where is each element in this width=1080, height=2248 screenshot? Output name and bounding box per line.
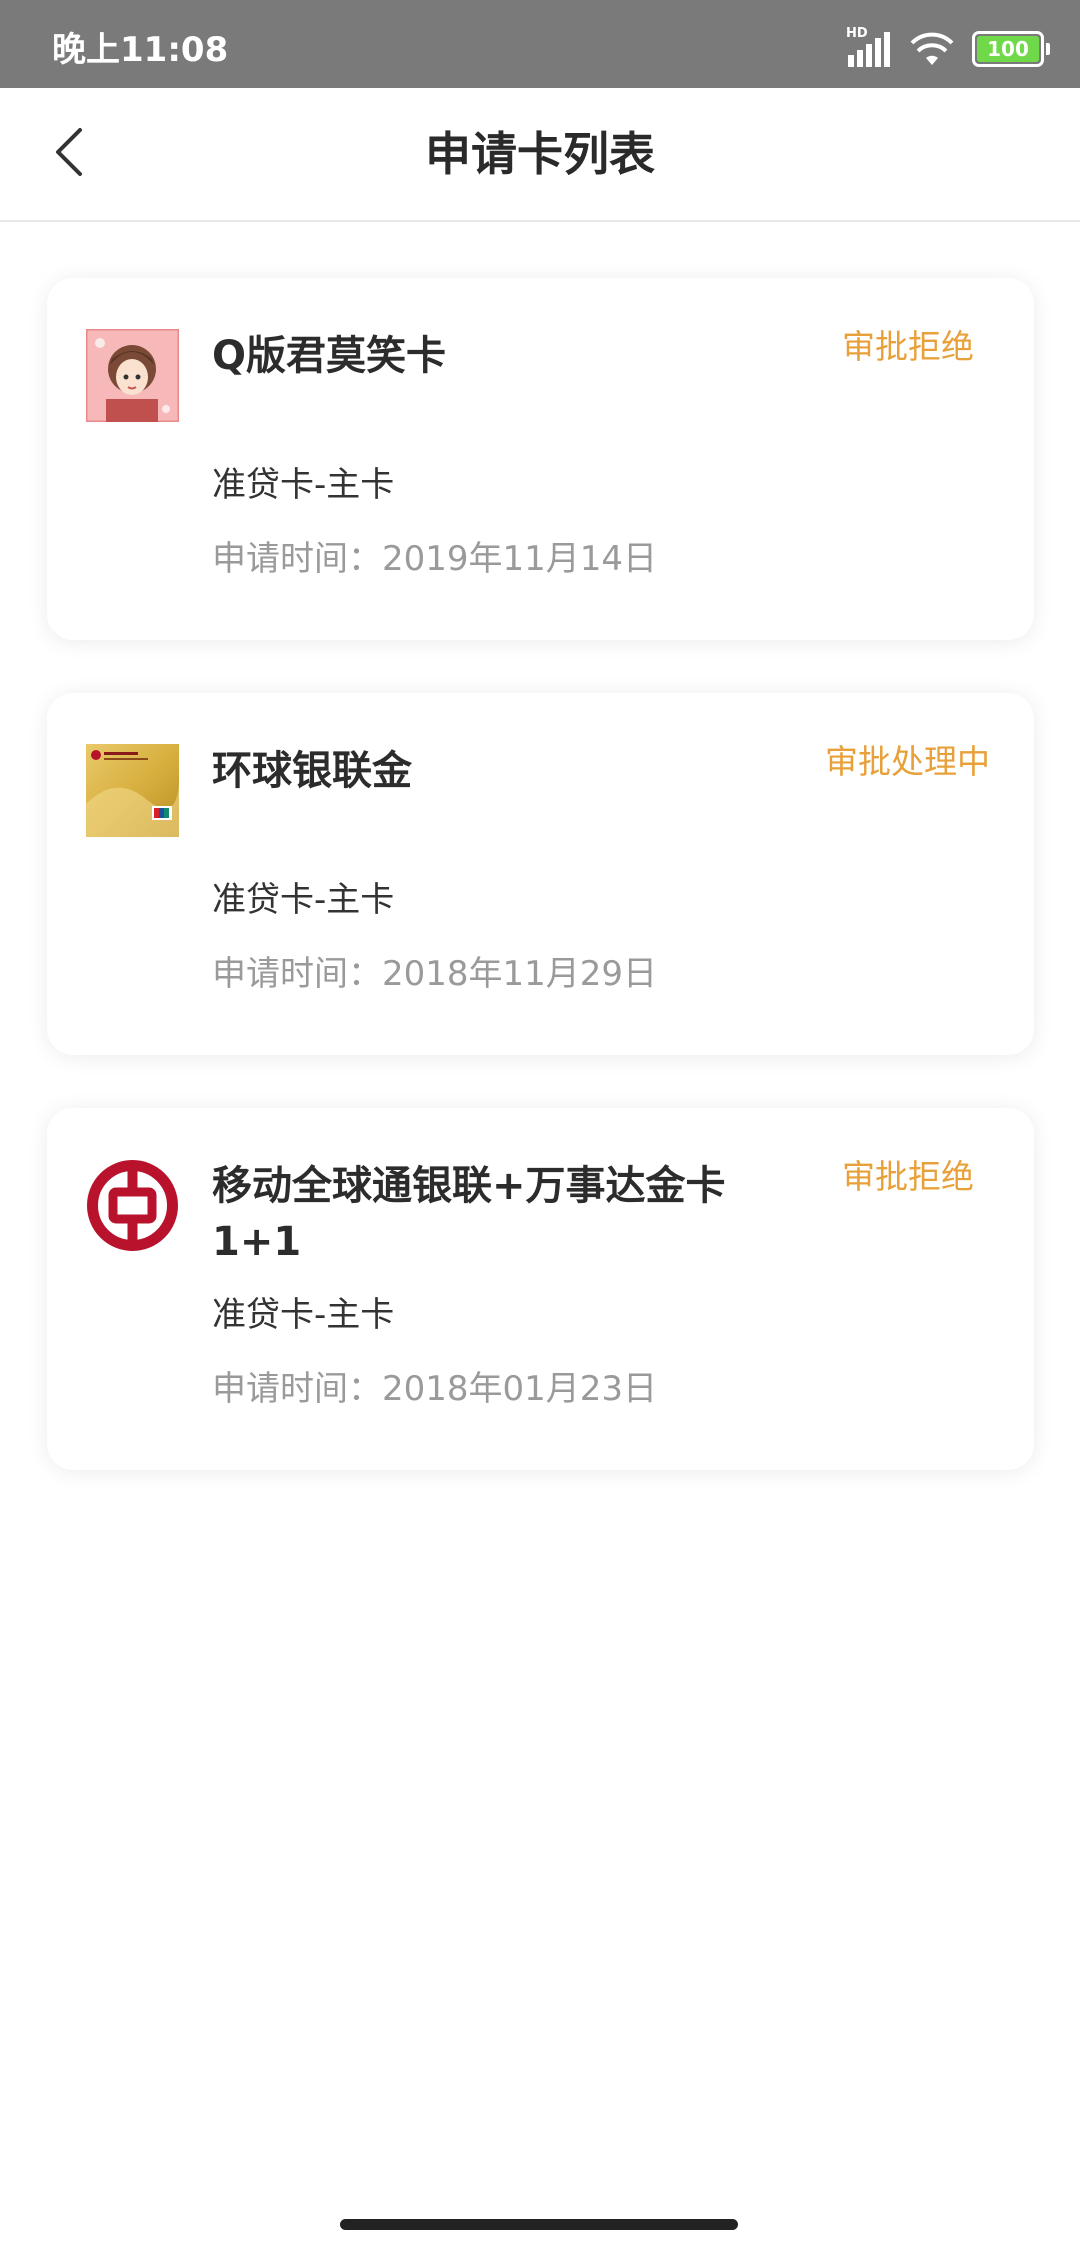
list-item[interactable]: Q版君莫笑卡 审批拒绝 准贷卡-主卡 申请时间：2019年11月14日 (47, 278, 1034, 640)
status-icons: HD 100 (846, 26, 1050, 70)
card-type: 准贷卡-主卡 (212, 880, 395, 920)
application-date: 申请时间：2018年11月29日 (212, 954, 658, 994)
anime-card-thumbnail (86, 329, 179, 422)
wifi-icon (910, 31, 954, 67)
card-type: 准贷卡-主卡 (212, 465, 395, 505)
status-badge: 审批拒绝 (842, 1157, 974, 1196)
list-item[interactable]: 移动全球通银联+万事达金卡1+1 审批拒绝 准贷卡-主卡 申请时间：2018年0… (47, 1108, 1034, 1470)
network-type-label: HD (846, 26, 868, 41)
card-name: Q版君莫笑卡 (212, 333, 447, 379)
status-badge: 审批处理中 (825, 742, 990, 781)
battery-icon: 100 (972, 31, 1050, 67)
status-time: 晚上11:08 (52, 30, 229, 70)
page-title: 申请卡列表 (425, 127, 655, 181)
card-name: 移动全球通银联+万事达金卡1+1 (212, 1163, 726, 1265)
gold-card-thumbnail (86, 744, 179, 837)
application-date: 申请时间：2019年11月14日 (212, 539, 658, 579)
home-indicator[interactable] (340, 2219, 738, 2230)
status-bar: 晚上11:08 HD 100 (0, 0, 1080, 88)
bank-of-china-logo (86, 1159, 179, 1252)
application-date: 申请时间：2018年01月23日 (212, 1369, 658, 1409)
card-name: 环球银联金 (212, 748, 412, 794)
card-type: 准贷卡-主卡 (212, 1295, 395, 1335)
cellular-signal-icon: HD (846, 26, 892, 69)
card-application-list: Q版君莫笑卡 审批拒绝 准贷卡-主卡 申请时间：2019年11月14日 环球银联… (47, 278, 1034, 1523)
status-badge: 审批拒绝 (842, 327, 974, 366)
battery-level: 100 (977, 36, 1039, 62)
nav-bar: 申请卡列表 (0, 88, 1080, 222)
list-item[interactable]: 环球银联金 审批处理中 准贷卡-主卡 申请时间：2018年11月29日 (47, 693, 1034, 1055)
